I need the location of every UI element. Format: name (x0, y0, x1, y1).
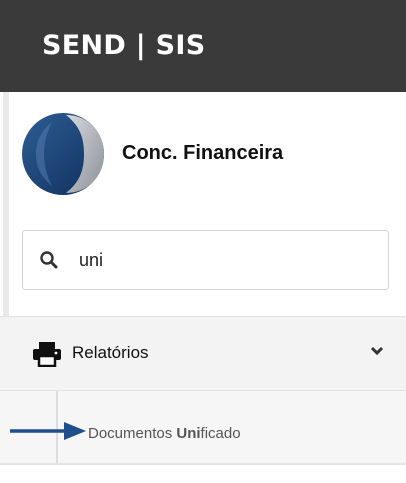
submenu-item-documentos-unificado[interactable]: Documentos Unificado (88, 425, 241, 442)
sidebar-edge (3, 92, 9, 316)
profile-name: Conc. Financeira (122, 142, 284, 164)
chevron-down-icon[interactable] (369, 344, 385, 358)
search-icon (40, 251, 58, 269)
search-match-highlight: Uni (176, 425, 201, 442)
top-bar: SEND | SIS (0, 0, 406, 92)
menu-search[interactable] (22, 230, 389, 290)
brand-title[interactable]: SEND | SIS (42, 26, 206, 66)
menu-section-label: Relatórios (72, 343, 149, 362)
profile-panel: Conc. Financeira (22, 108, 392, 198)
menu-section-relatorios[interactable]: Relatórios (0, 316, 406, 391)
arrow-right-icon (10, 422, 86, 440)
app-window: SEND | SIS Conc. Financeira uni Relatóri… (0, 0, 406, 483)
printer-icon (33, 342, 61, 367)
submenu-item-suffix: ficado (200, 425, 241, 442)
company-logo (22, 113, 104, 195)
submenu-item-prefix: Documentos (88, 425, 177, 442)
search-input[interactable] (79, 243, 369, 277)
